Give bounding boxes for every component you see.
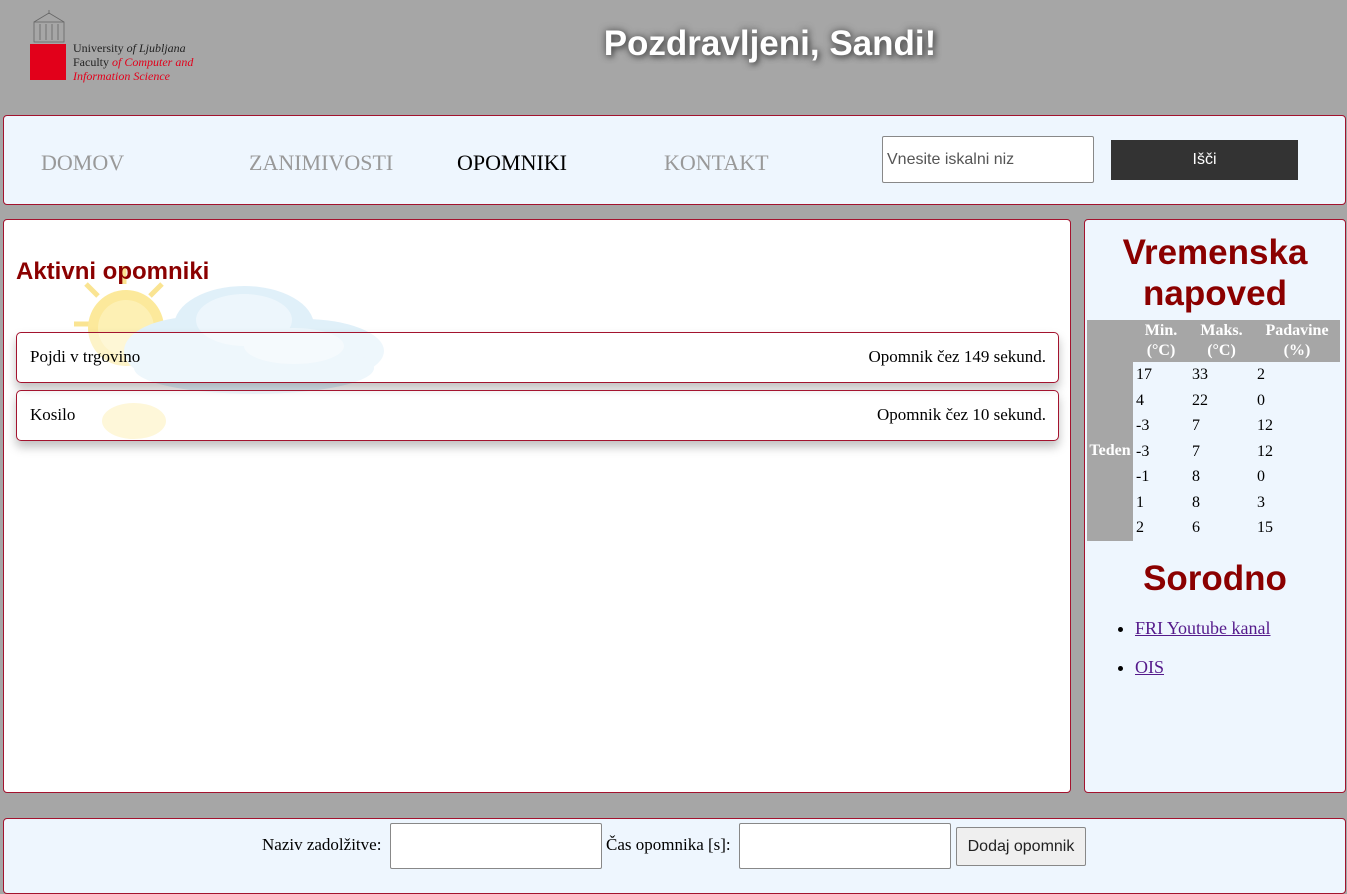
weather-header-min: Min. (°C) bbox=[1133, 320, 1189, 362]
logo-text-university: University bbox=[73, 41, 124, 55]
weather-cell: 12 bbox=[1257, 417, 1273, 435]
nav-item-domov[interactable]: DOMOV bbox=[41, 150, 124, 176]
sidebar: Vremenska napoved Min. (°C) Maks. (°C) P… bbox=[1084, 219, 1346, 793]
logo-text-faculty: Faculty bbox=[73, 55, 109, 69]
weather-cell: -3 bbox=[1136, 442, 1150, 460]
reminders-panel: Aktivni opomniki Pojdi v trgovino Opomni… bbox=[3, 219, 1071, 793]
search-input[interactable] bbox=[882, 136, 1094, 183]
nav-item-opomniki[interactable]: OPOMNIKI bbox=[457, 150, 567, 176]
task-name-label: Naziv zadolžitve: bbox=[262, 835, 382, 854]
nav-item-kontakt[interactable]: KONTAKT bbox=[664, 150, 769, 176]
weather-row-header: Teden bbox=[1087, 362, 1133, 541]
weather-cell: 8 bbox=[1192, 493, 1200, 511]
reminder-item[interactable]: Pojdi v trgovino Opomnik čez 149 sekund. bbox=[16, 332, 1059, 383]
link-fri-youtube[interactable]: FRI Youtube kanal bbox=[1135, 618, 1271, 638]
nav-item-zanimivosti[interactable]: ZANIMIVOSTI bbox=[249, 150, 393, 176]
weather-cell: 15 bbox=[1257, 519, 1273, 537]
weather-cell: -1 bbox=[1136, 468, 1150, 486]
weather-cell: 2 bbox=[1136, 519, 1144, 537]
weather-cell: 0 bbox=[1257, 468, 1265, 486]
page-header: University of Ljubljana Faculty of Compu… bbox=[0, 0, 1347, 112]
task-name-input[interactable] bbox=[390, 823, 602, 869]
reminders-title: Aktivni opomniki bbox=[16, 258, 210, 285]
reminder-time-label: Čas opomnika [s]: bbox=[606, 835, 731, 854]
weather-cell: 22 bbox=[1192, 391, 1208, 409]
reminder-time: Opomnik čez 10 sekund. bbox=[876, 405, 1046, 424]
reminder-name: Pojdi v trgovino bbox=[30, 347, 141, 366]
reminder-item[interactable]: Kosilo Opomnik čez 10 sekund. bbox=[16, 390, 1059, 441]
weather-cell: 4 bbox=[1136, 391, 1144, 409]
logo-text-information-science: Information Science bbox=[73, 69, 170, 83]
add-reminder-form: Naziv zadolžitve: Čas opomnika [s]: Doda… bbox=[3, 818, 1346, 894]
weather-cell: 0 bbox=[1257, 391, 1265, 409]
logo-text-computer: of Computer and bbox=[112, 55, 194, 69]
university-logo[interactable]: University of Ljubljana Faculty of Compu… bbox=[28, 10, 228, 84]
related-link-item: OIS bbox=[1135, 657, 1271, 678]
weather-cell: 8 bbox=[1192, 468, 1200, 486]
weather-cell: 17 bbox=[1136, 366, 1152, 384]
logo-text-ljubljana: of Ljubljana bbox=[126, 41, 186, 55]
related-links-list: FRI Youtube kanal OIS bbox=[1115, 618, 1271, 696]
related-link-item: FRI Youtube kanal bbox=[1135, 618, 1271, 639]
weather-title: Vremenska napoved bbox=[1122, 233, 1308, 313]
add-reminder-button[interactable]: Dodaj opomnik bbox=[956, 827, 1086, 866]
weather-cell: 1 bbox=[1136, 493, 1144, 511]
weather-table: Min. (°C) Maks. (°C) Padavine (%) Teden … bbox=[1087, 320, 1340, 541]
weather-cell: -3 bbox=[1136, 417, 1150, 435]
weather-cell: 7 bbox=[1192, 417, 1200, 435]
related-title: Sorodno bbox=[1143, 559, 1287, 598]
weather-header-max: Maks. (°C) bbox=[1189, 320, 1254, 362]
link-ois[interactable]: OIS bbox=[1135, 657, 1164, 677]
search-button[interactable]: Išči bbox=[1111, 140, 1298, 180]
weather-table-corner bbox=[1087, 320, 1133, 362]
weather-cell: 6 bbox=[1192, 519, 1200, 537]
reminder-time: Opomnik čez 149 sekund. bbox=[868, 347, 1046, 366]
weather-cell: 7 bbox=[1192, 442, 1200, 460]
main-navigation: DOMOV ZANIMIVOSTI OPOMNIKI KONTAKT Išči bbox=[3, 115, 1346, 205]
weather-cell: 33 bbox=[1192, 366, 1208, 384]
reminder-name: Kosilo bbox=[30, 405, 76, 424]
weather-cell: 3 bbox=[1257, 493, 1265, 511]
reminder-time-input[interactable] bbox=[739, 823, 951, 869]
greeting-title: Pozdravljeni, Sandi! bbox=[603, 24, 937, 63]
logo-red-square bbox=[30, 44, 66, 80]
weather-cell: 12 bbox=[1257, 442, 1273, 460]
weather-header-precip: Padavine (%) bbox=[1254, 320, 1340, 362]
weather-cell: 2 bbox=[1257, 366, 1265, 384]
